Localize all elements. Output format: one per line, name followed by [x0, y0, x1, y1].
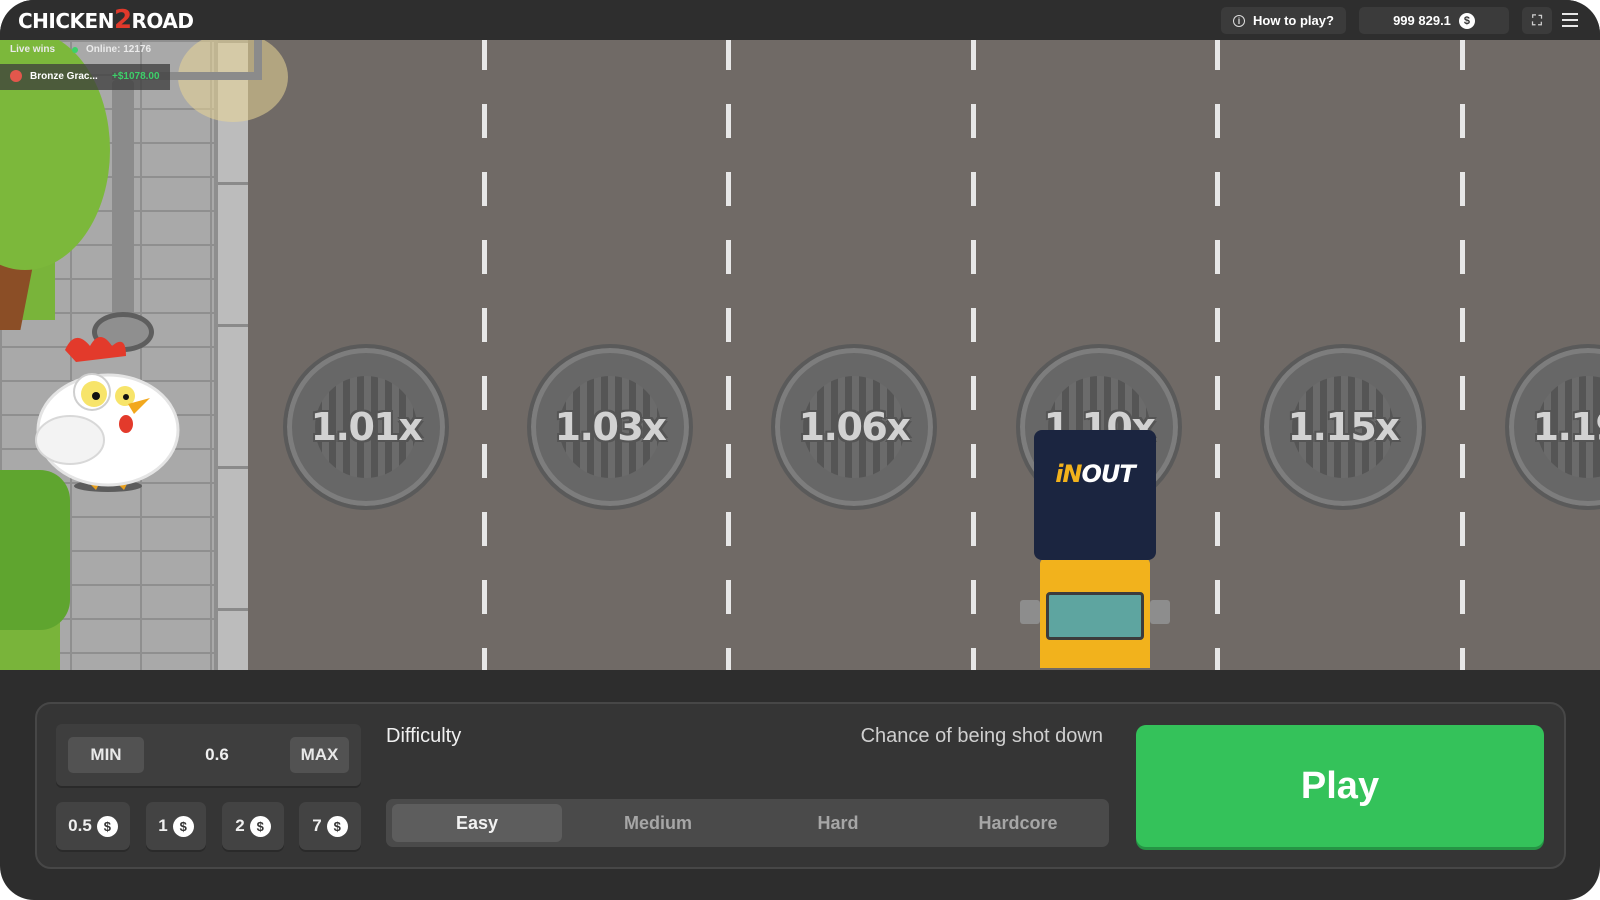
- dollar-coin-icon: $: [96, 815, 118, 837]
- lane-manhole[interactable]: 1.15x: [1260, 344, 1426, 510]
- dollar-coin-icon: $: [249, 815, 271, 837]
- info-icon: i: [1233, 14, 1246, 27]
- game-logo: CHICKEN2ROAD: [18, 5, 194, 35]
- multiplier-label: 1.15x: [1287, 405, 1400, 449]
- hamburger-icon[interactable]: [1562, 13, 1578, 27]
- difficulty-label: Difficulty: [386, 725, 462, 747]
- truck: iNOUT: [1020, 430, 1170, 670]
- difficulty-tab-hardcore[interactable]: Hardcore: [933, 804, 1103, 842]
- chip-value: 7: [312, 816, 322, 835]
- truck-windshield: [1046, 592, 1144, 640]
- game-window: CHICKEN2ROAD i How to play? 999 829.1 $ …: [0, 0, 1600, 900]
- dollar-coin-icon: $: [172, 815, 194, 837]
- multiplier-label: 1.19x: [1532, 405, 1600, 449]
- chance-label: Chance of being shot down: [860, 725, 1103, 747]
- lane-divider: [482, 40, 487, 670]
- logo-text-right: ROAD: [131, 9, 194, 33]
- lane-manhole[interactable]: 1.19x: [1505, 344, 1600, 510]
- min-bet-button[interactable]: MIN: [68, 737, 144, 773]
- bet-amount-input[interactable]: 0.6: [156, 737, 278, 773]
- chip-value: 2: [235, 816, 245, 835]
- logo-text-left: CHICKEN: [18, 9, 114, 33]
- multiplier-label: 1.03x: [554, 405, 667, 449]
- live-wins-bar: Live wins Online: 12176 Bronze Grac... +…: [0, 40, 200, 92]
- multiplier-label: 1.06x: [798, 405, 911, 449]
- bet-chip-2[interactable]: 2 $: [222, 802, 284, 850]
- lane-divider: [1460, 40, 1465, 670]
- bet-chip-7[interactable]: 7 $: [299, 802, 361, 850]
- lane-divider: [1215, 40, 1220, 670]
- online-count: Online: 12176: [86, 44, 152, 55]
- expand-icon: ⛶: [1532, 12, 1542, 28]
- difficulty-selector: Easy Medium Hard Hardcore: [386, 799, 1109, 847]
- truck-mirror: [1150, 600, 1170, 624]
- truck-mirror: [1020, 600, 1040, 624]
- chicken-character: [35, 337, 180, 492]
- bet-amount-control: MIN 0.6 MAX: [56, 724, 361, 786]
- lane-manhole[interactable]: 1.03x: [527, 344, 693, 510]
- chip-value: 0.5: [68, 816, 92, 835]
- how-to-play-button[interactable]: i How to play?: [1221, 7, 1346, 34]
- difficulty-tab-easy[interactable]: Easy: [392, 804, 562, 842]
- truck-cargo: iNOUT: [1034, 430, 1156, 560]
- how-to-play-label: How to play?: [1253, 13, 1334, 28]
- play-button[interactable]: Play: [1136, 725, 1544, 847]
- bet-chip-0-5[interactable]: 0.5 $: [56, 802, 130, 850]
- balance-value: 999 829.1: [1393, 13, 1451, 28]
- curb: [214, 40, 248, 670]
- truck-logo-part1: iN: [1055, 460, 1082, 488]
- winner-name: Bronze Grac...: [30, 71, 98, 82]
- dollar-coin-icon: $: [1458, 12, 1475, 29]
- logo-text-mid: 2: [113, 5, 132, 35]
- road-field: 1.01x 1.03x 1.06x 1.10x 1.15x 1.19x: [0, 40, 1600, 670]
- max-bet-button[interactable]: MAX: [290, 737, 349, 773]
- truck-logo: iNOUT: [1034, 460, 1156, 488]
- lane-manhole[interactable]: 1.01x: [283, 344, 449, 510]
- dollar-coin-icon: $: [326, 815, 348, 837]
- balance-display: 999 829.1 $: [1359, 7, 1509, 34]
- difficulty-tab-medium[interactable]: Medium: [573, 804, 743, 842]
- difficulty-tab-hard[interactable]: Hard: [753, 804, 923, 842]
- bet-chip-1[interactable]: 1 $: [146, 802, 206, 850]
- lane-manhole[interactable]: 1.06x: [771, 344, 937, 510]
- lane-divider: [726, 40, 731, 670]
- avatar: [10, 70, 22, 82]
- truck-logo-part2: OUT: [1081, 460, 1136, 488]
- chip-value: 1: [158, 816, 168, 835]
- live-win-item: Bronze Grac... +$1078.00: [0, 64, 170, 90]
- win-amount: +$1078.00: [112, 71, 160, 82]
- street-lamp-pole: [112, 80, 134, 330]
- multiplier-label: 1.01x: [310, 405, 423, 449]
- fullscreen-button[interactable]: ⛶: [1522, 7, 1552, 34]
- online-status-icon: [72, 47, 78, 53]
- top-bar: CHICKEN2ROAD i How to play? 999 829.1 $ …: [0, 0, 1600, 40]
- live-wins-label: Live wins: [10, 44, 56, 55]
- lane-divider: [971, 40, 976, 670]
